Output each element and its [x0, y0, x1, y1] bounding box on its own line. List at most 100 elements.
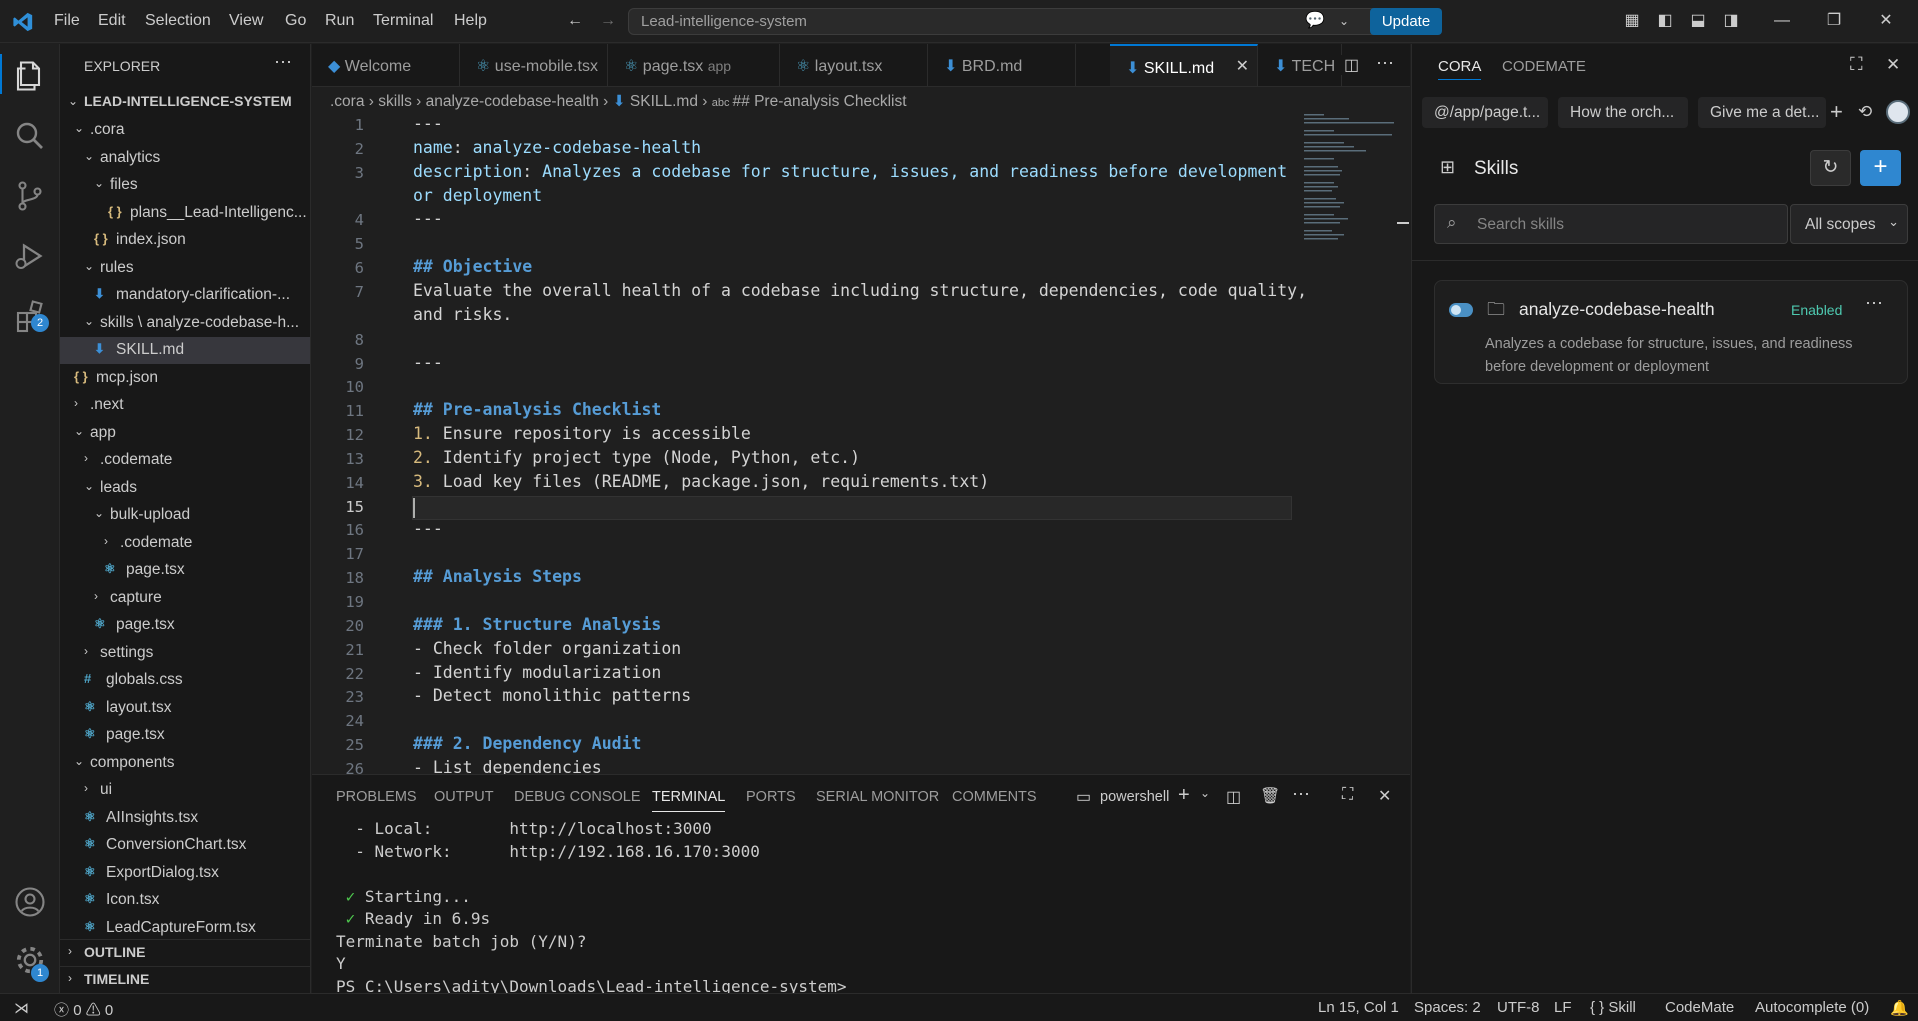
shell-name[interactable]: powershell [1100, 789, 1169, 805]
plus-icon[interactable]: + [1830, 99, 1843, 125]
maximize-icon[interactable]: ⛶ [1850, 54, 1863, 75]
chat-icon[interactable]: 💬 [1305, 11, 1325, 31]
line-ending[interactable]: LF [1554, 999, 1572, 1016]
menu-selection[interactable]: Selection [145, 12, 211, 30]
command-center-search[interactable]: Lead-intelligence-system [628, 8, 1390, 35]
tree-item[interactable]: › capture [60, 585, 310, 612]
panel-tab-debug-console[interactable]: DEBUG CONSOLE [514, 789, 641, 805]
tree-item[interactable]: ⌄ .cora [60, 117, 310, 144]
tree-item[interactable]: › ui [60, 777, 310, 804]
tree-item[interactable]: ⌄ components [60, 750, 310, 777]
tab-skill-md[interactable]: ⬇ SKILL.md ✕ [1110, 44, 1258, 86]
tree-item[interactable]: › .codemate [60, 530, 310, 557]
tree-item[interactable]: ⚛ ExportDialog.tsx [60, 860, 310, 887]
remote-icon[interactable]: ⋊ [14, 999, 29, 1017]
menu-file[interactable]: File [54, 12, 80, 30]
tree-item[interactable]: ⌄ skills \ analyze-codebase-h... [60, 310, 310, 337]
panel-tab-output[interactable]: OUTPUT [434, 789, 494, 805]
cursor-position[interactable]: Ln 15, Col 1 [1318, 999, 1399, 1016]
split-terminal-icon[interactable]: ◫ [1226, 787, 1241, 807]
panel-tab-terminal[interactable]: TERMINAL [652, 789, 726, 812]
tree-item[interactable]: ⚛ page.tsx [60, 612, 310, 639]
skill-toggle[interactable] [1449, 303, 1473, 317]
search-skills-input[interactable]: ⌕ Search skills [1434, 204, 1788, 244]
tree-item[interactable]: › .next [60, 392, 310, 419]
add-skill-button[interactable]: + [1860, 150, 1901, 186]
language-mode[interactable]: { } Skill [1590, 999, 1636, 1016]
tab-page-app[interactable]: ⚛ page.tsx app [608, 44, 780, 86]
forward-arrow-icon[interactable]: → [598, 11, 618, 31]
tree-item[interactable]: ⌄ analytics [60, 145, 310, 172]
more-actions-icon[interactable]: ⋯ [274, 52, 292, 73]
source-control-icon[interactable] [12, 178, 48, 214]
menu-go[interactable]: Go [285, 12, 306, 30]
chevron-down-icon[interactable]: ⌄ [1200, 786, 1210, 800]
menu-help[interactable]: Help [454, 12, 487, 30]
menu-terminal[interactable]: Terminal [373, 12, 433, 30]
skill-card[interactable]: 🗀 analyze-codebase-health Enabled ⋯ Anal… [1434, 280, 1908, 384]
workspace-root[interactable]: ⌄ LEAD-INTELLIGENCE-SYSTEM [60, 88, 310, 114]
run-debug-icon[interactable] [12, 238, 48, 274]
tree-item[interactable]: › .codemate [60, 447, 310, 474]
breadcrumb-item[interactable]: SKILL.md [630, 93, 698, 110]
tree-item[interactable]: ⚛ Icon.tsx [60, 887, 310, 914]
encoding[interactable]: UTF-8 [1497, 999, 1540, 1016]
tab-welcome[interactable]: ◆ Welcome [312, 44, 460, 86]
tab-tech[interactable]: ⬇ TECH [1258, 44, 1342, 86]
toggle-sidebar-icon[interactable]: ◧ [1655, 11, 1675, 31]
chevron-down-icon[interactable]: ⌄ [1334, 11, 1354, 31]
back-arrow-icon[interactable]: ← [565, 11, 585, 31]
close-icon[interactable]: ✕ [1886, 55, 1900, 75]
more-actions-icon[interactable]: ⋯ [1292, 784, 1310, 805]
tree-item[interactable]: ⬇ SKILL.md [60, 337, 310, 364]
toggle-panel-icon[interactable]: ⬓ [1688, 11, 1708, 31]
panel-tab-problems[interactable]: PROBLEMS [336, 789, 417, 805]
tree-item[interactable]: ⚛ page.tsx [60, 722, 310, 749]
tree-item[interactable]: ⌄ app [60, 420, 310, 447]
history-chip[interactable]: Give me a det... [1698, 97, 1826, 128]
tree-item[interactable]: ⚛ page.tsx [60, 557, 310, 584]
trash-icon[interactable]: 🗑 [1260, 786, 1280, 806]
history-icon[interactable]: ⟲ [1858, 102, 1872, 122]
maximize-panel-icon[interactable]: ⛶ [1342, 786, 1353, 804]
tree-item[interactable]: ⌄ files [60, 172, 310, 199]
scope-select[interactable]: All scopes ⌄ [1790, 204, 1908, 244]
indentation[interactable]: Spaces: 2 [1414, 999, 1481, 1016]
new-terminal-icon[interactable]: + [1178, 784, 1190, 807]
tab-cora[interactable]: CORA [1438, 58, 1482, 80]
tree-item[interactable]: ⚛ AIInsights.tsx [60, 805, 310, 832]
breadcrumb-item[interactable]: ## Pre-analysis Checklist [733, 93, 907, 110]
panel-tab-serial-monitor[interactable]: SERIAL MONITOR [816, 789, 939, 805]
panel-tab-comments[interactable]: COMMENTS [952, 789, 1037, 805]
tree-item[interactable]: ⬇ mandatory-clarification-... [60, 282, 310, 309]
more-actions-icon[interactable]: ⋯ [1865, 293, 1883, 314]
tree-item[interactable]: ⌄ leads [60, 475, 310, 502]
restore-icon[interactable]: ❐ [1824, 11, 1844, 31]
tree-item[interactable]: { } mcp.json [60, 365, 310, 392]
breadcrumb-item[interactable]: skills [378, 93, 412, 110]
timeline-section[interactable]: › TIMELINE [60, 966, 310, 990]
close-panel-icon[interactable]: ✕ [1378, 786, 1391, 806]
history-chip[interactable]: How the orch... [1558, 97, 1688, 128]
customize-layout-icon[interactable]: ▦ [1622, 11, 1642, 31]
account-icon[interactable] [12, 884, 48, 920]
more-actions-icon[interactable]: ⋯ [1376, 53, 1394, 74]
panel-tab-ports[interactable]: PORTS [746, 789, 796, 805]
tab-use-mobile[interactable]: ⚛ use-mobile.tsx [460, 44, 608, 86]
minimap[interactable] [1302, 112, 1402, 262]
outline-section[interactable]: › OUTLINE [60, 939, 310, 963]
tree-item[interactable]: › settings [60, 640, 310, 667]
search-icon[interactable] [12, 118, 48, 154]
autocomplete-status[interactable]: Autocomplete (0) [1755, 999, 1869, 1016]
avatar[interactable] [1886, 100, 1910, 124]
menu-edit[interactable]: Edit [98, 12, 126, 30]
tree-item[interactable]: ⚛ ConversionChart.tsx [60, 832, 310, 859]
tab-layout[interactable]: ⚛ layout.tsx [780, 44, 928, 86]
tree-item[interactable]: # globals.css [60, 667, 310, 694]
codemate-status[interactable]: CodeMate [1665, 999, 1734, 1016]
breadcrumb-item[interactable]: analyze-codebase-health [426, 93, 599, 110]
menu-run[interactable]: Run [325, 12, 354, 30]
bell-icon[interactable]: 🔔 [1890, 999, 1909, 1017]
close-tab-icon[interactable]: ✕ [1236, 56, 1249, 76]
explorer-files-icon[interactable] [12, 58, 48, 94]
